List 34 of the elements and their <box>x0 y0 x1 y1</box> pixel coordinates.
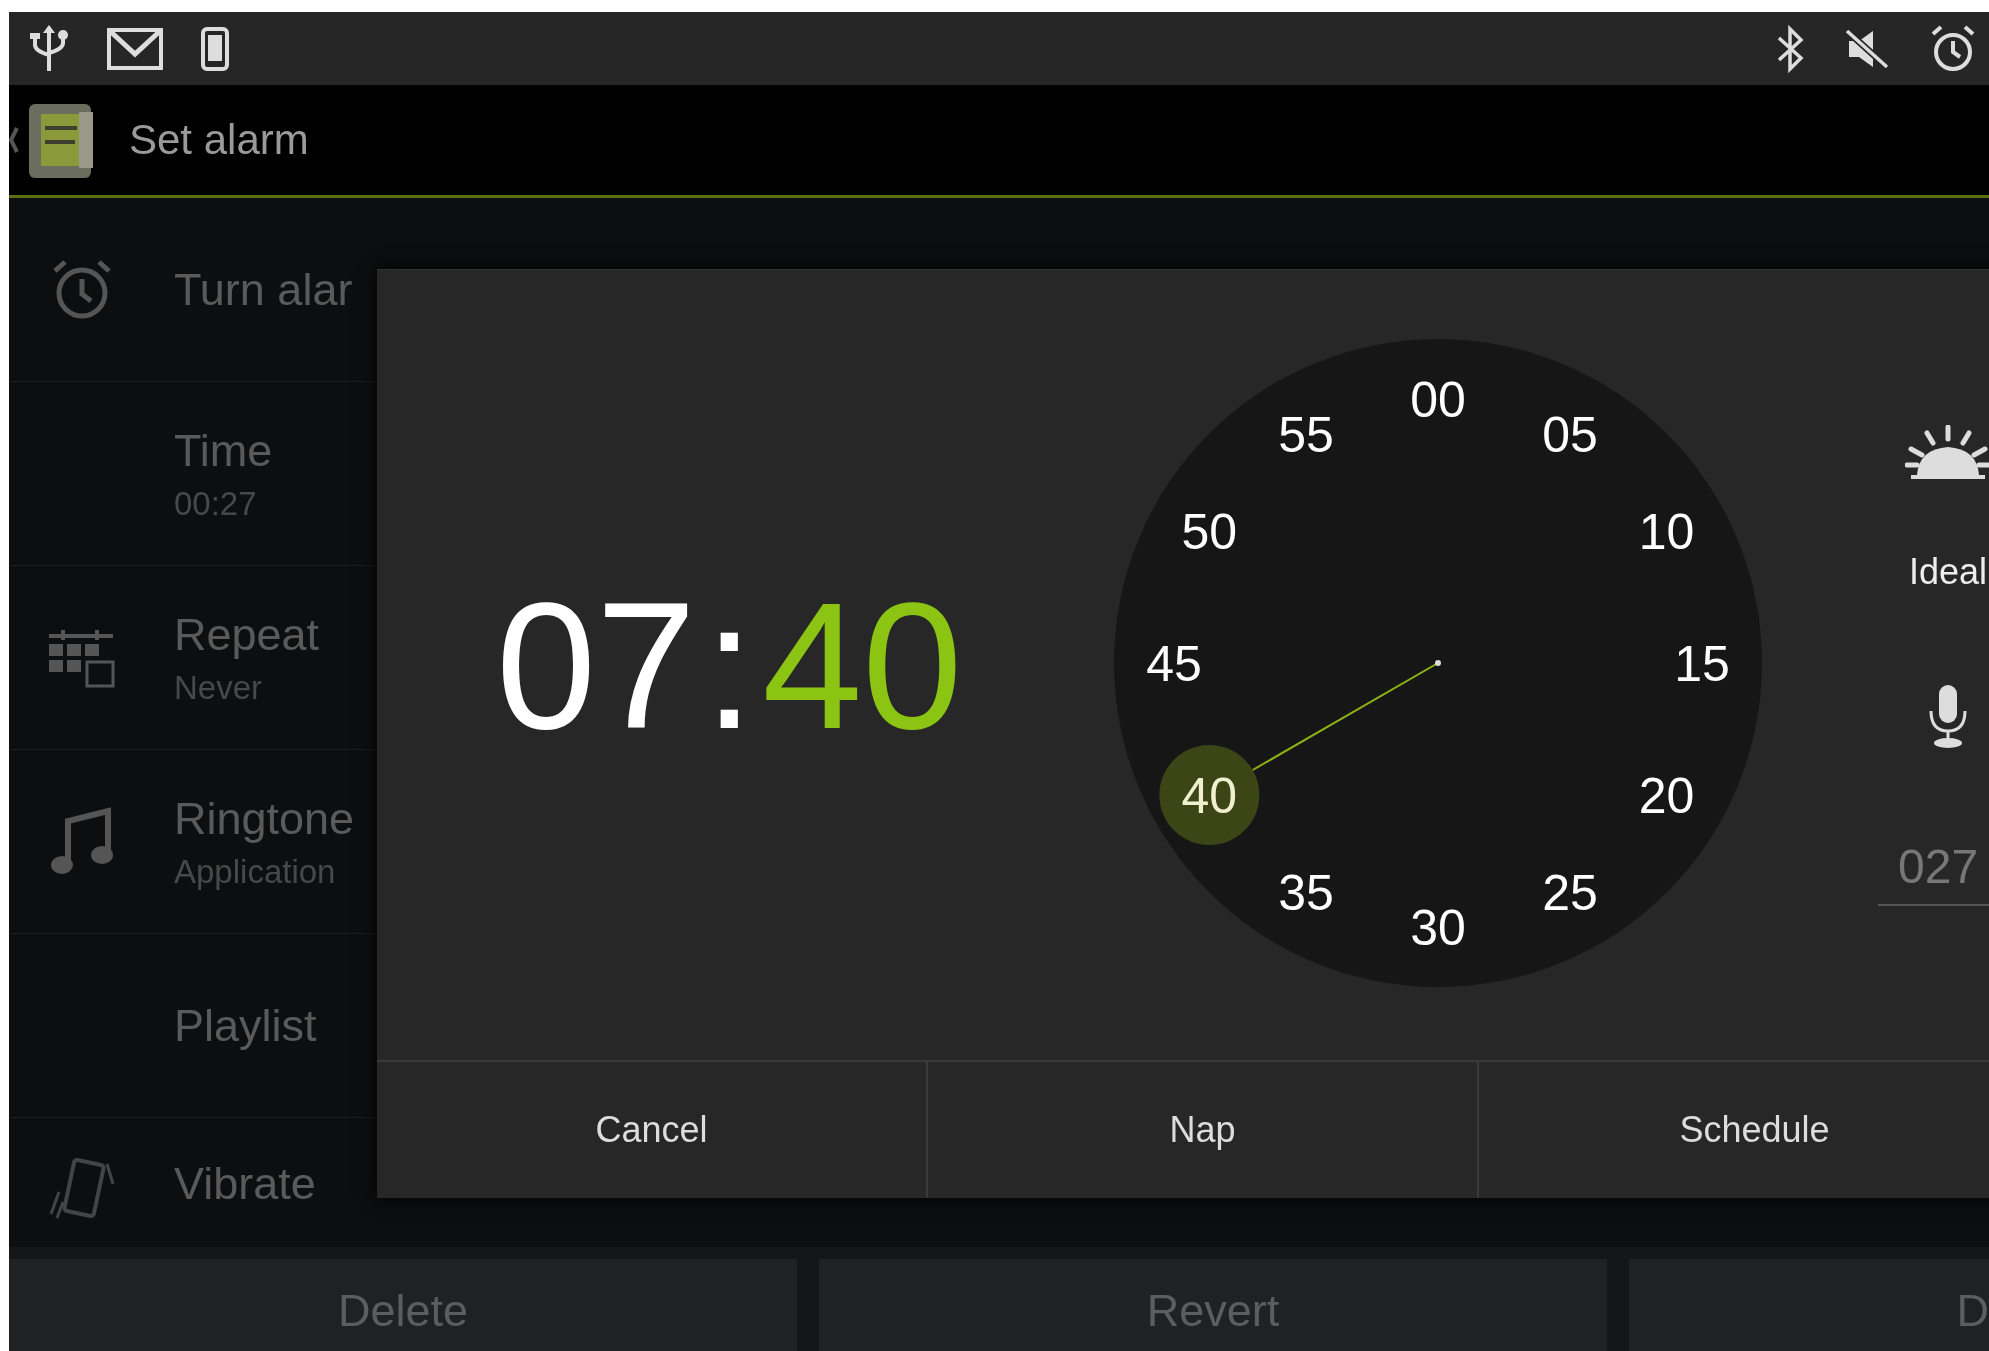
dialog-button[interactable]: Cancel <box>377 1062 928 1198</box>
minute-option[interactable]: 05 <box>1542 407 1598 464</box>
calendar-icon <box>46 627 117 688</box>
minute-option[interactable]: 35 <box>1278 864 1334 921</box>
dialog-button[interactable]: Nap <box>928 1062 1479 1198</box>
minute-option[interactable]: 00 <box>1410 372 1466 428</box>
bluetooth-icon <box>1775 23 1805 74</box>
phone-icon <box>201 26 229 71</box>
time-separator: : <box>704 563 755 768</box>
mail-icon <box>107 27 163 70</box>
minute-option[interactable]: 45 <box>1146 636 1202 692</box>
minute-option[interactable]: 40 <box>1159 745 1260 845</box>
setting-summary: 00:27 <box>174 484 258 523</box>
minute-option[interactable]: 10 <box>1638 504 1695 560</box>
screen-title: Set alarm <box>129 116 309 164</box>
music-note-icon <box>49 806 114 877</box>
muted-speaker-icon <box>1843 26 1891 71</box>
minute-option[interactable]: 30 <box>1410 900 1466 956</box>
usb-icon <box>29 24 69 73</box>
mode-label: Ideal <box>1908 550 1988 593</box>
minute-option[interactable]: 20 <box>1638 768 1695 824</box>
setting-summary: Never <box>174 668 264 707</box>
minute-option[interactable]: 15 <box>1674 636 1730 692</box>
minute-option[interactable]: 55 <box>1278 407 1334 464</box>
hours-text[interactable]: 07 <box>496 561 697 769</box>
clock-dial[interactable] <box>1114 339 1762 987</box>
clock-hand[interactable] <box>1251 660 1441 771</box>
alarm-clock-icon <box>1929 23 1977 74</box>
minutes-text[interactable]: 40 <box>762 561 963 769</box>
sunrise-icon[interactable] <box>1905 424 1989 481</box>
dialog-button[interactable]: Schedule <box>1479 1062 1989 1198</box>
minute-option[interactable]: 50 <box>1181 504 1238 560</box>
minute-option[interactable]: 25 <box>1542 864 1598 921</box>
setting-summary: Application <box>174 852 337 891</box>
